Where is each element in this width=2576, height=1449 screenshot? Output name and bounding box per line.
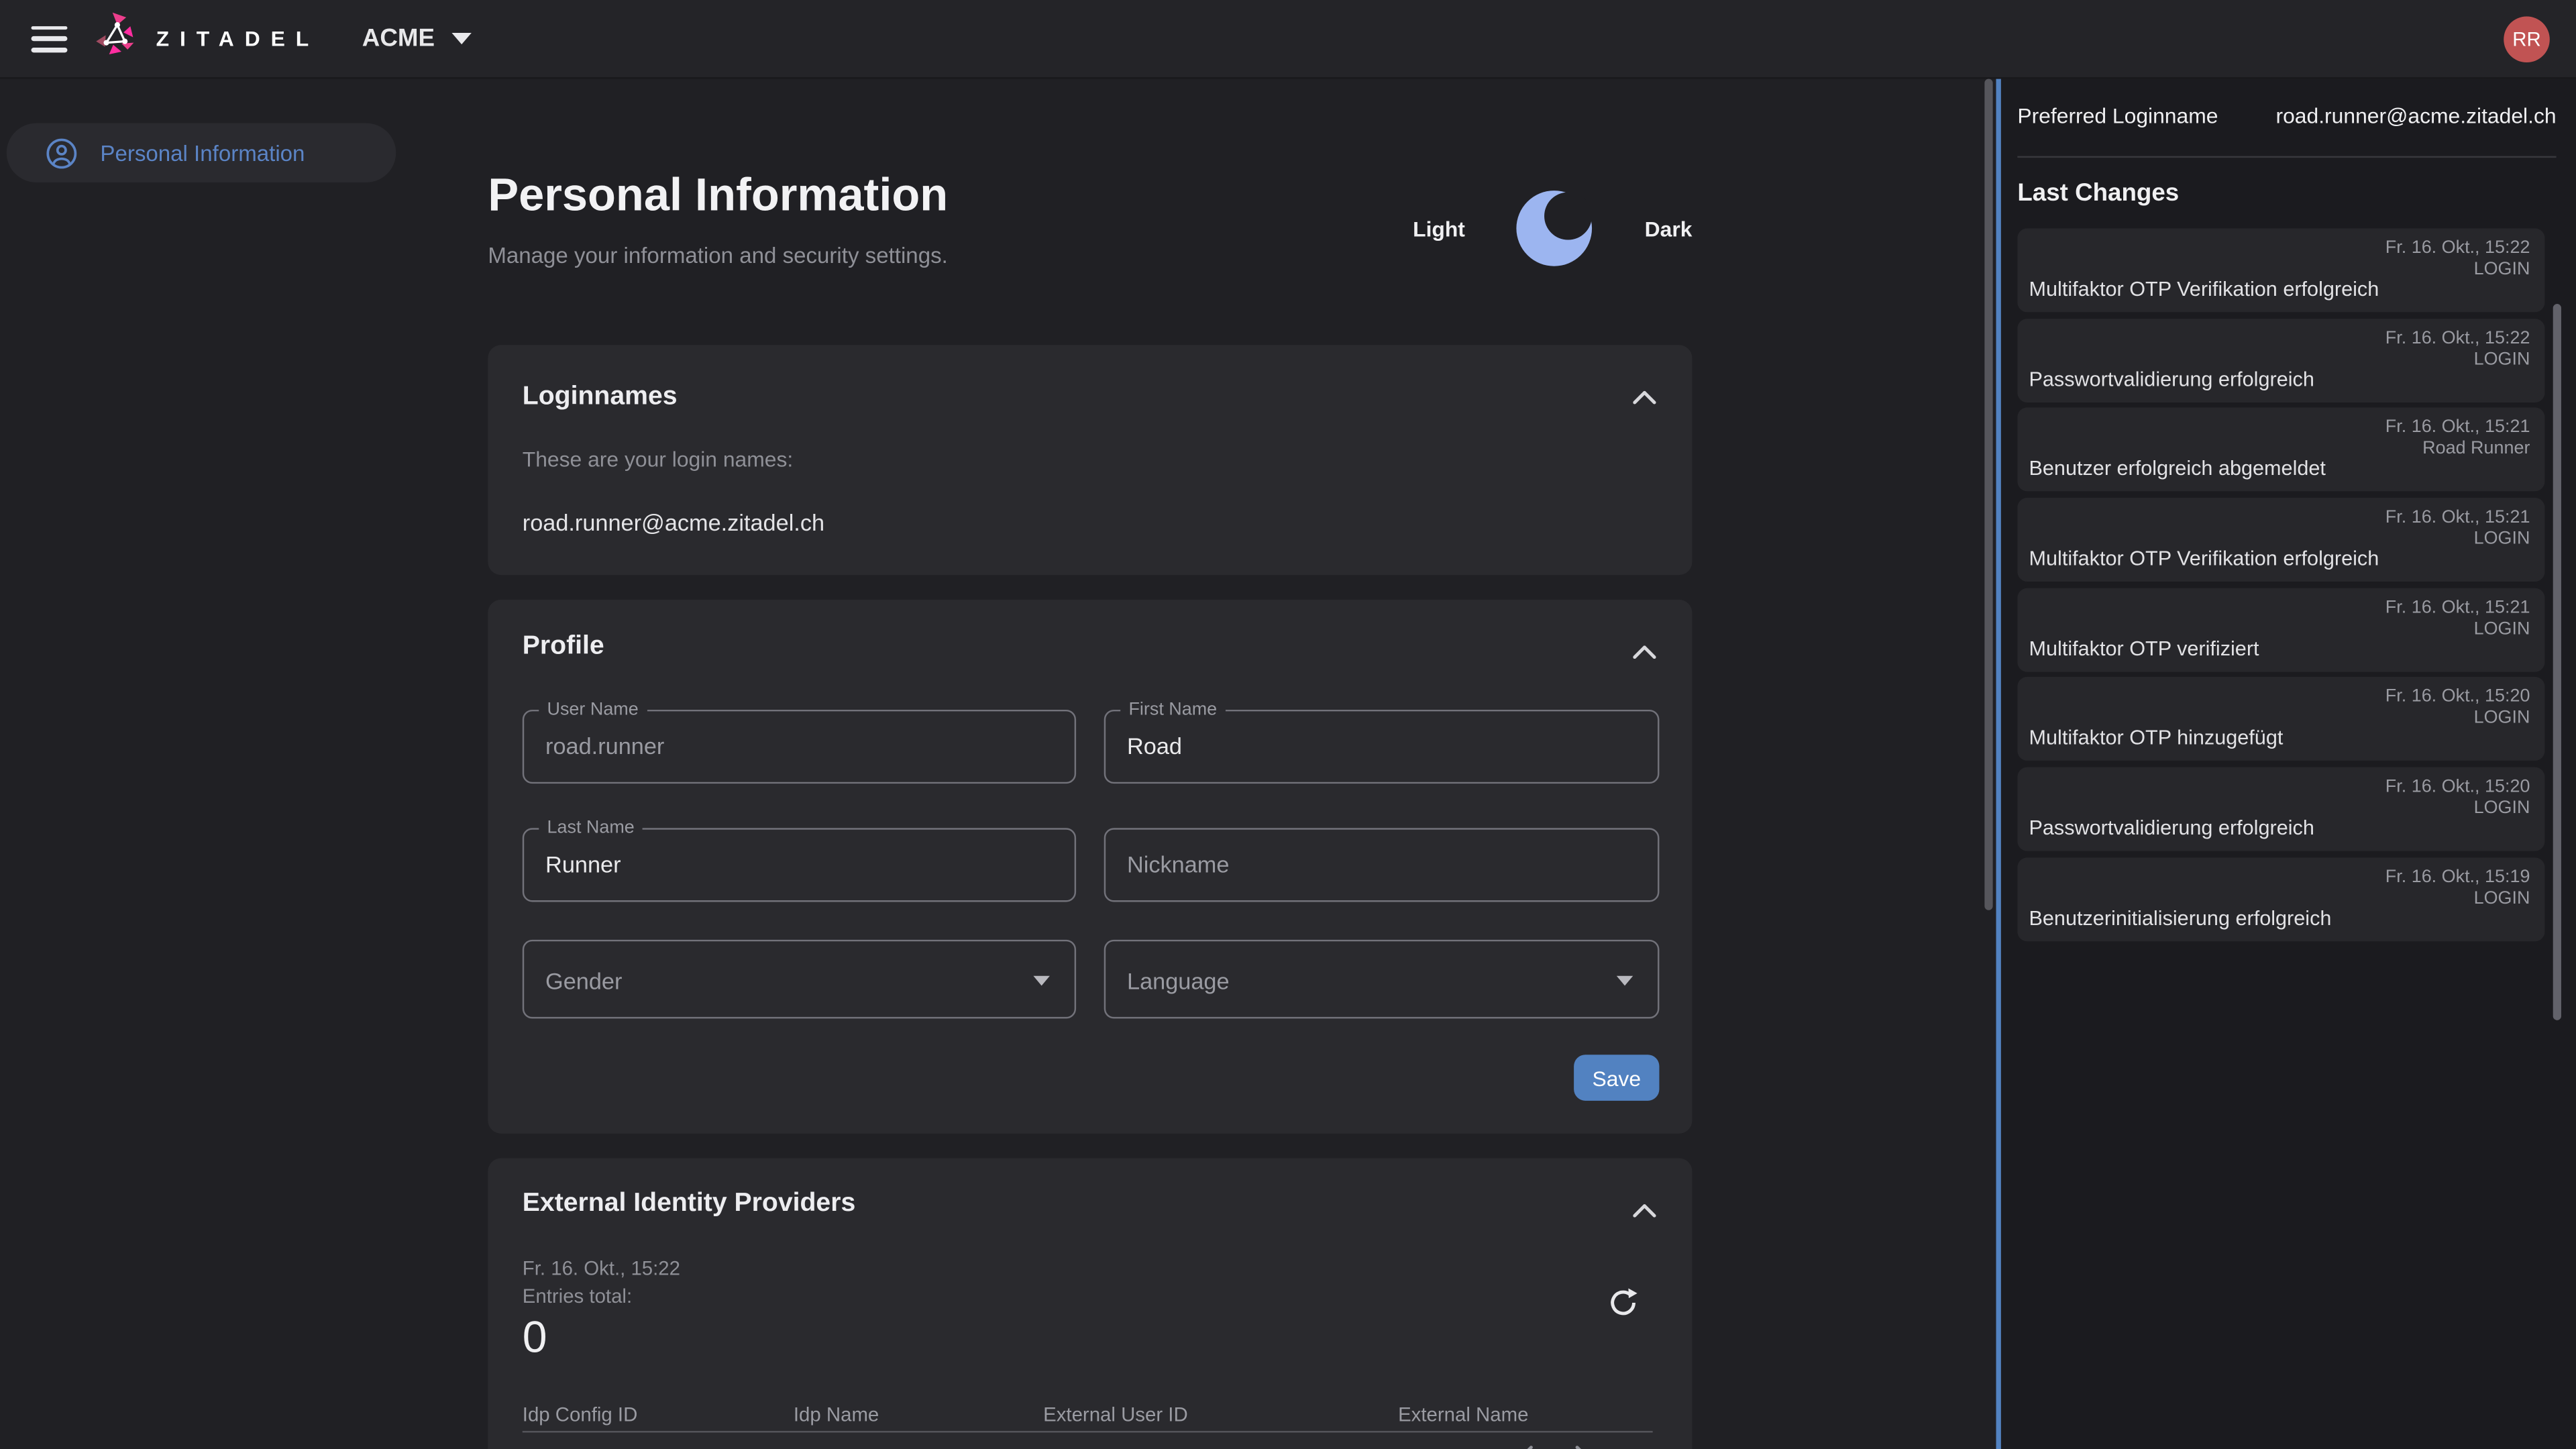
- items-per-page-label: Items per page: [1176, 1446, 1307, 1449]
- paginator-range: 0 of 0: [1424, 1446, 1474, 1449]
- chevron-up-icon[interactable]: [1633, 384, 1656, 409]
- refresh-icon[interactable]: [1607, 1287, 1640, 1324]
- idp-entries-total-label: Entries total:: [523, 1285, 1658, 1307]
- language-select[interactable]: Language: [1104, 940, 1660, 1019]
- org-name: ACME: [362, 25, 435, 53]
- change-actor: LOGIN: [2474, 709, 2530, 729]
- change-entry[interactable]: Fr. 16. Okt., 15:19 LOGIN Benutzerinitia…: [2017, 857, 2544, 941]
- profile-card: Profile User Name road.runner First Name…: [488, 600, 1692, 1134]
- brand-name: ZITADEL: [156, 26, 319, 51]
- change-actor: LOGIN: [2474, 799, 2530, 818]
- loginnames-title: Loginnames: [523, 383, 1658, 413]
- zitadel-logo-icon: [92, 10, 141, 68]
- nickname-field[interactable]: Nickname: [1104, 828, 1660, 902]
- person-icon: [46, 137, 78, 168]
- org-switcher[interactable]: ACME: [362, 25, 471, 53]
- loginname-value: road.runner@acme.zitadel.ch: [523, 509, 1658, 535]
- first-name-field[interactable]: First Name Road: [1104, 710, 1660, 784]
- page-size-select[interactable]: 10: [1304, 1446, 1326, 1449]
- table-divider: [523, 1431, 1653, 1432]
- profile-title: Profile: [523, 633, 1660, 662]
- save-row: Save: [1104, 1055, 1660, 1101]
- external-idp-title: External Identity Providers: [523, 1189, 1658, 1219]
- topbar: ZITADEL ACME RR: [0, 0, 2576, 79]
- change-event: Benutzer erfolgreich abgemeldet: [2029, 458, 2325, 480]
- change-date: Fr. 16. Okt., 15:19: [2385, 867, 2530, 887]
- preferred-loginname-value: road.runner@acme.zitadel.ch: [2275, 103, 2556, 128]
- change-actor: LOGIN: [2474, 529, 2530, 549]
- idp-entries-total: 0: [523, 1313, 1658, 1364]
- chevron-up-icon[interactable]: [1633, 639, 1656, 664]
- change-event: Multifaktor OTP verifiziert: [2029, 637, 2259, 660]
- change-entry[interactable]: Fr. 16. Okt., 15:22 LOGIN Passwortvalidi…: [2017, 318, 2544, 402]
- change-entry[interactable]: Fr. 16. Okt., 15:22 LOGIN Multifaktor OT…: [2017, 228, 2544, 312]
- first-name-value: Road: [1127, 733, 1182, 759]
- change-event: Passwortvalidierung erfolgreich: [2029, 368, 2314, 390]
- change-date: Fr. 16. Okt., 15:22: [2385, 328, 2530, 347]
- right-panel: Preferred Loginname road.runner@acme.zit…: [1996, 79, 2576, 1449]
- dark-mode-moon-icon[interactable]: [1514, 187, 1596, 269]
- preferred-loginname-label: Preferred Loginname: [2017, 103, 2218, 128]
- change-actor: LOGIN: [2474, 350, 2530, 369]
- theme-light-label: Light: [1413, 216, 1465, 241]
- chevron-right-icon[interactable]: [1574, 1446, 1590, 1449]
- change-date: Fr. 16. Okt., 15:21: [2385, 418, 2530, 437]
- change-actor: LOGIN: [2474, 888, 2530, 908]
- change-entry[interactable]: Fr. 16. Okt., 15:21 Road Runner Benutzer…: [2017, 408, 2544, 492]
- paginator: Items per page 10 0 of 0: [488, 1444, 1623, 1449]
- change-date: Fr. 16. Okt., 15:21: [2385, 598, 2530, 617]
- change-event: Passwortvalidierung erfolgreich: [2029, 816, 2314, 839]
- change-date: Fr. 16. Okt., 15:21: [2385, 508, 2530, 527]
- change-event: Benutzerinitialisierung erfolgreich: [2029, 906, 2331, 929]
- user-name-value: road.runner: [545, 733, 664, 759]
- main-scrollbar: [1984, 79, 1992, 1449]
- sidebar-item-label: Personal Information: [100, 140, 305, 165]
- zitadel-console: ZITADEL ACME RR Personal Information Per…: [0, 0, 2576, 1449]
- last-name-value: Runner: [545, 851, 621, 877]
- gender-select[interactable]: Gender: [523, 940, 1076, 1019]
- panel-scrollbar-thumb[interactable]: [2553, 304, 2561, 1020]
- change-event: Multifaktor OTP Verifikation erfolgreich: [2029, 547, 2379, 570]
- change-actor: LOGIN: [2474, 260, 2530, 279]
- idp-table-headers: Idp Config ID Idp Name External User ID …: [523, 1403, 1658, 1426]
- menu-icon[interactable]: [32, 25, 68, 52]
- profile-form: User Name road.runner First Name Road La…: [523, 710, 1660, 1101]
- last-changes-title: Last Changes: [2017, 179, 2576, 207]
- panel-divider: [2017, 156, 2556, 158]
- chevron-down-icon: [451, 33, 470, 44]
- change-entry[interactable]: Fr. 16. Okt., 15:20 LOGIN Passwortvalidi…: [2017, 767, 2544, 851]
- change-entry[interactable]: Fr. 16. Okt., 15:20 LOGIN Multifaktor OT…: [2017, 678, 2544, 761]
- idp-timestamp: Fr. 16. Okt., 15:22: [523, 1256, 1658, 1279]
- change-actor: Road Runner: [2422, 439, 2530, 459]
- avatar[interactable]: RR: [2504, 16, 2550, 62]
- change-date: Fr. 16. Okt., 15:20: [2385, 777, 2530, 797]
- sidebar-item-personal-information[interactable]: Personal Information: [7, 123, 396, 182]
- change-date: Fr. 16. Okt., 15:22: [2385, 238, 2530, 258]
- change-event: Multifaktor OTP Verifikation erfolgreich: [2029, 278, 2379, 301]
- save-button[interactable]: Save: [1574, 1055, 1659, 1101]
- external-idp-card: External Identity Providers Fr. 16. Okt.…: [488, 1159, 1692, 1449]
- change-entry[interactable]: Fr. 16. Okt., 15:21 LOGIN Multifaktor OT…: [2017, 498, 2544, 582]
- main-scrollbar-thumb[interactable]: [1984, 79, 1992, 910]
- change-date: Fr. 16. Okt., 15:20: [2385, 688, 2530, 707]
- last-changes-list: Fr. 16. Okt., 15:22 LOGIN Multifaktor OT…: [2017, 228, 2544, 947]
- chevron-down-icon: [1617, 976, 1633, 986]
- main-content: Personal Information Manage your informa…: [488, 79, 1692, 1449]
- chevron-down-icon: [1033, 976, 1049, 986]
- change-actor: LOGIN: [2474, 619, 2530, 639]
- loginnames-description: These are your login names:: [523, 447, 1658, 472]
- theme-dark-label: Dark: [1645, 216, 1693, 241]
- last-name-field[interactable]: Last Name Runner: [523, 828, 1076, 902]
- change-event: Multifaktor OTP hinzugefügt: [2029, 727, 2283, 750]
- chevron-left-icon[interactable]: [1518, 1446, 1534, 1449]
- change-entry[interactable]: Fr. 16. Okt., 15:21 LOGIN Multifaktor OT…: [2017, 588, 2544, 672]
- chevron-up-icon[interactable]: [1633, 1197, 1656, 1222]
- theme-toggle: Light Dark: [1413, 187, 1692, 269]
- brand-logo[interactable]: ZITADEL: [92, 10, 319, 68]
- user-name-field: User Name road.runner: [523, 710, 1076, 784]
- loginnames-card: Loginnames These are your login names: r…: [488, 345, 1692, 575]
- preferred-loginname-row: Preferred Loginname road.runner@acme.zit…: [2017, 103, 2556, 128]
